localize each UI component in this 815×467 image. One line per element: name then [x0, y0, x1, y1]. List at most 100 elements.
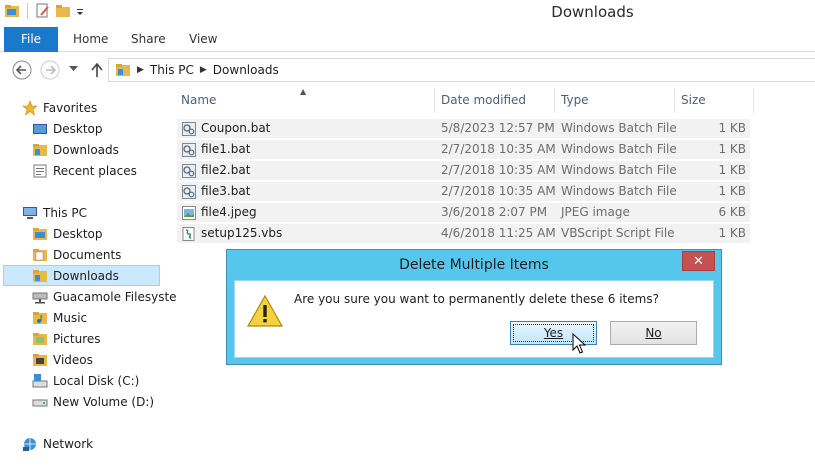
file-name: setup125.vbs — [201, 226, 283, 240]
batch-file-icon — [181, 121, 197, 140]
nav-pc-downloads[interactable]: Downloads — [3, 265, 160, 286]
file-type: JPEG image — [561, 205, 630, 219]
file-name: file3.bat — [201, 184, 251, 198]
network-icon — [23, 437, 36, 451]
breadcrumb-downloads[interactable]: Downloads — [213, 63, 279, 77]
new-folder-icon[interactable] — [55, 3, 71, 19]
nav-this-pc[interactable]: This PC — [22, 202, 182, 223]
column-header-size[interactable]: Size — [675, 88, 754, 113]
file-row[interactable]: Coupon.bat 5/8/2023 12:57 PM Windows Batch… — [177, 119, 750, 139]
image-file-icon — [181, 205, 197, 224]
nav-favorites[interactable]: Favorites — [22, 97, 182, 118]
file-size: 1 KB — [718, 226, 746, 240]
file-date-modified: 5/8/2023 12:57 PM — [441, 121, 555, 135]
star-icon — [22, 99, 38, 116]
system-drive-icon — [32, 373, 48, 387]
file-row[interactable]: file4.jpeg 3/6/2018 2:07 PM JPEG image 6 KB — [177, 203, 750, 223]
file-name: Coupon.bat — [201, 121, 271, 135]
script-file-icon — [181, 226, 197, 245]
file-row[interactable]: file3.bat 2/7/2018 10:35 AM Windows Batch … — [177, 182, 750, 202]
music-folder-icon — [33, 311, 47, 324]
file-row[interactable]: setup125.vbs 4/6/2018 11:25 AM VBScript Sc… — [177, 224, 750, 244]
tab-file[interactable]: File — [4, 27, 58, 52]
column-header-type[interactable]: Type — [555, 88, 675, 113]
warning-icon — [246, 294, 284, 327]
batch-file-icon — [181, 184, 197, 203]
nav-network[interactable]: Network — [22, 433, 182, 454]
window-title: Downloads — [551, 3, 634, 21]
desktop-folder-icon — [33, 227, 47, 240]
file-type: Windows Batch File — [561, 163, 677, 177]
file-date-modified: 3/6/2018 2:07 PM — [441, 205, 548, 219]
nav-pc-guacamole-filesystem[interactable]: Guacamole Filesyste — [32, 286, 192, 307]
nav-pc-documents[interactable]: Documents — [32, 244, 192, 265]
breadcrumb-this-pc[interactable]: This PC — [150, 63, 194, 77]
downloads-folder-icon — [33, 143, 47, 156]
nav-pc-videos[interactable]: Videos — [32, 349, 192, 370]
desktop-icon — [33, 123, 47, 134]
title-bar: Downloads — [0, 0, 815, 27]
downloads-folder-icon — [116, 64, 130, 76]
tab-home[interactable]: Home — [73, 27, 108, 52]
file-type: Windows Batch File — [561, 142, 677, 156]
nav-pc-local-disk-c[interactable]: Local Disk (C:) — [32, 370, 192, 391]
mouse-pointer-icon — [572, 333, 586, 354]
batch-file-icon — [181, 142, 197, 161]
ribbon: File Home Share View — [0, 27, 815, 52]
file-size: 1 KB — [718, 142, 746, 156]
file-size: 1 KB — [718, 121, 746, 135]
batch-file-icon — [181, 163, 197, 182]
breadcrumb-separator-icon[interactable]: ▶ — [137, 65, 144, 75]
network-drive-icon — [32, 292, 48, 303]
forward-icon[interactable] — [40, 60, 60, 80]
file-name: file2.bat — [201, 163, 251, 177]
nav-pc-music[interactable]: Music — [32, 307, 192, 328]
file-date-modified: 2/7/2018 10:35 AM — [441, 163, 556, 177]
no-button[interactable]: No — [610, 321, 697, 345]
navigation-pane: Favorites Desktop Downloads Recent place… — [0, 92, 177, 467]
nav-pc-desktop[interactable]: Desktop — [32, 223, 192, 244]
file-type: VBScript Script File — [561, 226, 675, 240]
file-date-modified: 2/7/2018 10:35 AM — [441, 142, 556, 156]
column-header-date-modified[interactable]: Date modified — [435, 88, 555, 113]
file-size: 6 KB — [718, 205, 746, 219]
file-type: Windows Batch File — [561, 184, 677, 198]
downloads-folder-icon — [33, 269, 47, 282]
nav-favorites-desktop[interactable]: Desktop — [32, 118, 192, 139]
file-date-modified: 4/6/2018 11:25 AM — [441, 226, 556, 240]
nav-favorites-recent-places[interactable]: Recent places — [32, 160, 192, 181]
dialog-body: Are you sure you want to permanently del… — [234, 280, 714, 358]
breadcrumb-separator-icon[interactable]: ▶ — [200, 65, 207, 75]
file-name: file4.jpeg — [201, 205, 257, 219]
file-name: file1.bat — [201, 142, 251, 156]
back-icon[interactable] — [12, 60, 32, 80]
dialog-title: Delete Multiple Items — [399, 257, 549, 273]
dialog-close-button[interactable]: ✕ — [682, 251, 715, 271]
tab-share[interactable]: Share — [131, 27, 166, 52]
column-header-name[interactable]: Name — [175, 88, 435, 113]
file-row[interactable]: file1.bat 2/7/2018 10:35 AM Windows Batch … — [177, 140, 750, 160]
file-row[interactable]: file2.bat 2/7/2018 10:35 AM Windows Batch … — [177, 161, 750, 181]
documents-folder-icon — [33, 248, 47, 261]
nav-pc-pictures[interactable]: Pictures — [32, 328, 192, 349]
nav-pc-new-volume-d[interactable]: New Volume (D:) — [32, 391, 192, 412]
delete-dialog: Delete Multiple Items ✕ Are you sure you… — [226, 249, 722, 365]
explorer-icon[interactable] — [4, 3, 20, 19]
drive-icon — [32, 399, 48, 406]
computer-icon — [23, 206, 37, 219]
customize-toolbar-icon[interactable] — [75, 3, 85, 19]
properties-icon[interactable] — [35, 3, 51, 19]
file-size: 1 KB — [718, 184, 746, 198]
file-date-modified: 2/7/2018 10:35 AM — [441, 184, 556, 198]
address-bar[interactable]: ▶ This PC ▶ Downloads — [108, 58, 815, 82]
recent-locations-chevron-icon[interactable] — [69, 66, 78, 72]
tab-view[interactable]: View — [189, 27, 217, 52]
recent-places-icon — [33, 164, 47, 177]
file-type: Windows Batch File — [561, 121, 677, 135]
file-size: 1 KB — [718, 163, 746, 177]
nav-favorites-downloads[interactable]: Downloads — [32, 139, 192, 160]
navigation-bar: ▶ This PC ▶ Downloads — [0, 52, 815, 86]
dialog-message: Are you sure you want to permanently del… — [294, 292, 659, 306]
up-arrow-icon[interactable] — [90, 62, 104, 78]
quick-access-toolbar — [4, 3, 85, 19]
